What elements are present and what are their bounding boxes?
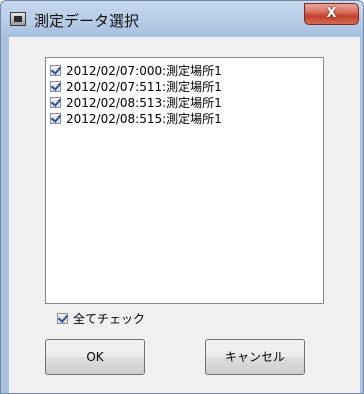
close-button[interactable]: X xyxy=(304,3,359,25)
check-all-label: 全てチェック xyxy=(73,311,146,326)
check-all-toggle[interactable]: 全てチェック xyxy=(57,309,145,327)
app-icon xyxy=(10,12,26,26)
close-icon: X xyxy=(326,6,337,21)
dialog-body: 2012/02/07:000:測定場所1 2012/02/07:511:測定場所… xyxy=(9,37,360,393)
cancel-button[interactable]: キャンセル xyxy=(205,339,305,375)
measurement-data-list[interactable]: 2012/02/07:000:測定場所1 2012/02/07:511:測定場所… xyxy=(45,57,324,304)
check-all-checkbox[interactable] xyxy=(57,312,68,324)
list-item-checkbox[interactable] xyxy=(50,96,61,108)
list-item-label: 2012/02/07:511:測定場所1 xyxy=(66,79,222,94)
list-item-checkbox[interactable] xyxy=(50,112,61,124)
list-item[interactable]: 2012/02/07:511:測定場所1 xyxy=(50,78,222,94)
list-item-label: 2012/02/07:000:測定場所1 xyxy=(66,63,222,78)
list-item-checkbox[interactable] xyxy=(50,80,61,92)
list-item[interactable]: 2012/02/07:000:測定場所1 xyxy=(50,62,222,78)
list-item-checkbox[interactable] xyxy=(50,64,61,76)
window-title: 測定データ選択 xyxy=(34,12,140,30)
title-bar[interactable]: 測定データ選択 X xyxy=(1,1,363,37)
list-item-label: 2012/02/08:513:測定場所1 xyxy=(66,95,222,110)
dialog-window: 測定データ選択 X 2012/02/07:000:測定場所1 2012/02/0… xyxy=(0,0,364,394)
list-item-label: 2012/02/08:515:測定場所1 xyxy=(66,111,222,126)
list-item[interactable]: 2012/02/08:515:測定場所1 xyxy=(50,110,222,126)
list-item[interactable]: 2012/02/08:513:測定場所1 xyxy=(50,94,222,110)
ok-button[interactable]: OK xyxy=(45,339,145,375)
